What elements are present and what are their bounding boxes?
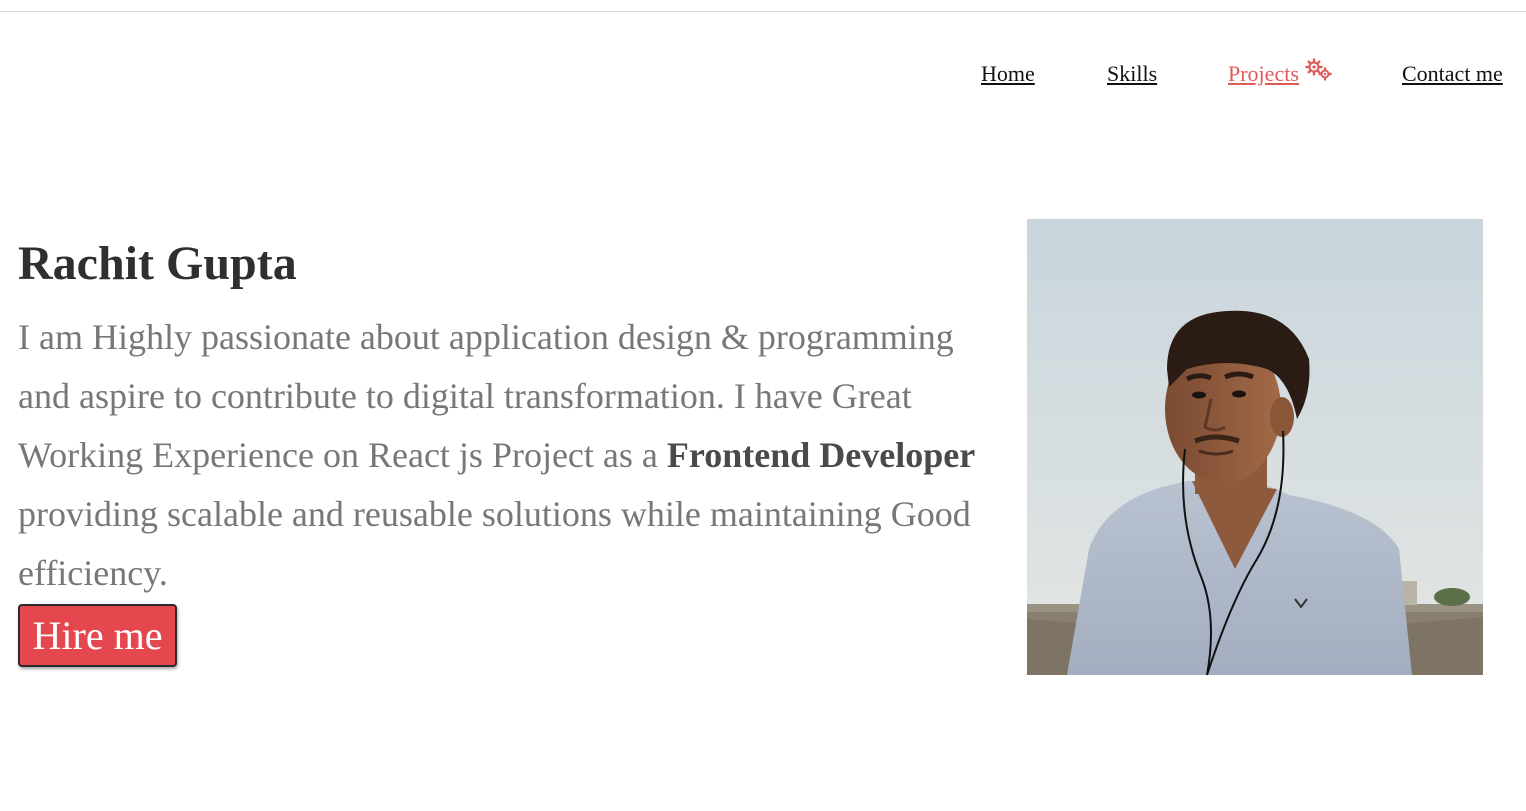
nav-link-home[interactable]: Home: [981, 61, 1035, 87]
nav-link-skills[interactable]: Skills: [1107, 61, 1157, 87]
top-divider: [0, 11, 1526, 12]
main-nav: Home Skills Projects Contact me: [0, 58, 1526, 92]
gears-icon: [1305, 58, 1332, 81]
hero-description: I am Highly passionate about application…: [18, 308, 978, 603]
hero-description-text-2: providing scalable and reusable solution…: [18, 494, 971, 593]
nav-link-contact[interactable]: Contact me: [1402, 61, 1503, 87]
hero-name: Rachit Gupta: [18, 237, 297, 290]
nav-link-projects[interactable]: Projects: [1228, 61, 1299, 87]
hire-me-button[interactable]: Hire me: [18, 604, 177, 667]
hero-role: Frontend Developer: [666, 435, 976, 475]
profile-photo: [1027, 219, 1483, 675]
